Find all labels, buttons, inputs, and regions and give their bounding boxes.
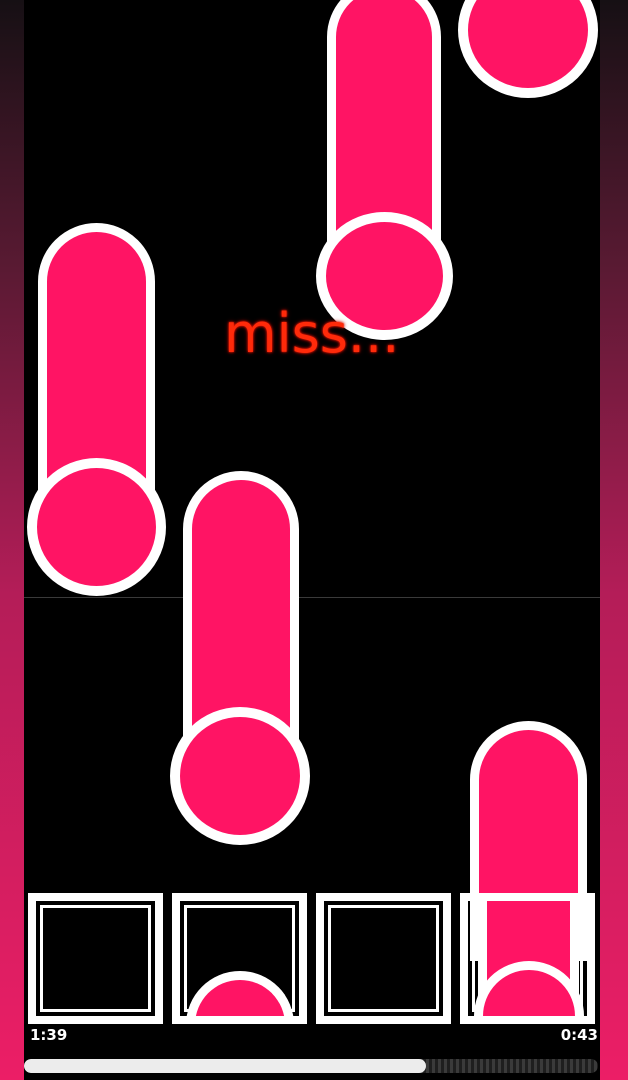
- lane-receptor-4[interactable]: [460, 893, 595, 1024]
- receptor-frame: [328, 905, 439, 1012]
- judgement-text: miss...: [224, 302, 400, 365]
- right-side-panel: [600, 0, 628, 1080]
- game-screen: miss... 1:39 0:43: [0, 0, 628, 1080]
- left-side-panel: [0, 0, 24, 1080]
- receptor-frame: [40, 905, 151, 1012]
- lane-receptor-1[interactable]: [28, 893, 163, 1024]
- hold-note-head: [170, 707, 310, 845]
- judge-line: [24, 597, 600, 598]
- song-progress-fill: [24, 1059, 426, 1073]
- song-progress-bar[interactable]: [24, 1059, 598, 1073]
- lane-receptor-2[interactable]: [172, 893, 307, 1024]
- time-elapsed: 1:39: [30, 1026, 68, 1044]
- hold-note-head: [27, 458, 166, 596]
- time-remaining: 0:43: [560, 1026, 598, 1044]
- lane-receptor-3[interactable]: [316, 893, 451, 1024]
